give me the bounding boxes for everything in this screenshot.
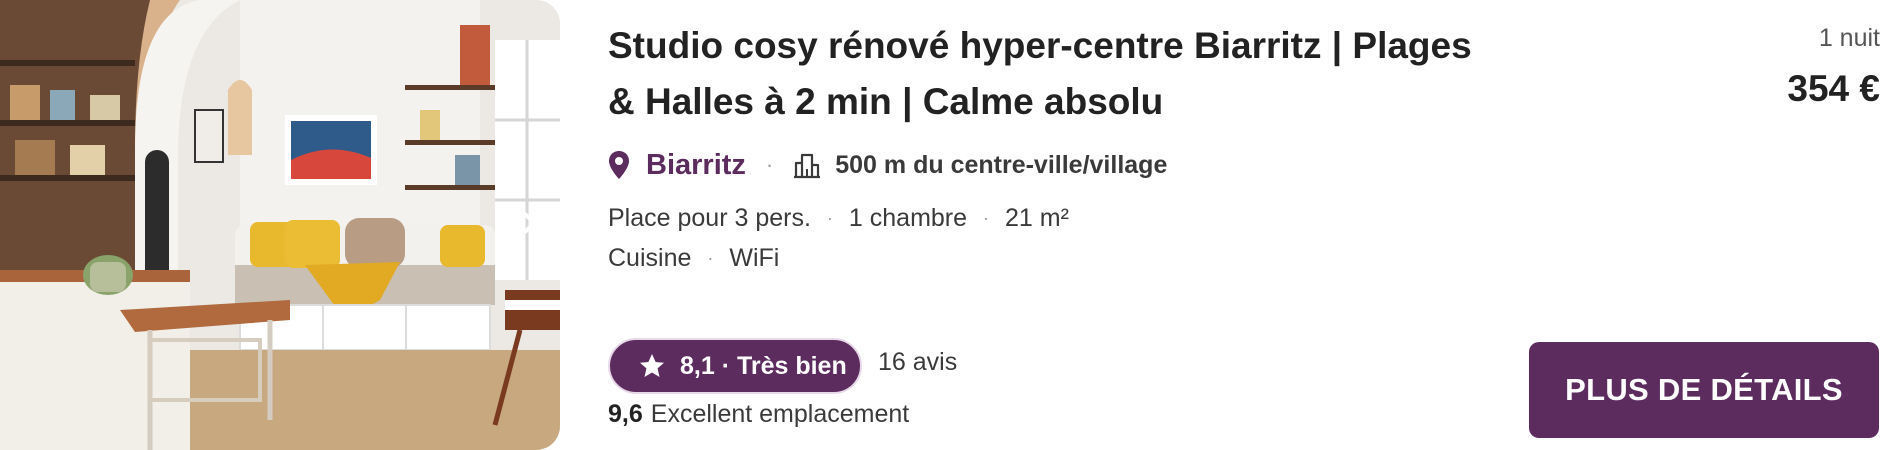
- rating-badge[interactable]: 8,1 · Très bien: [608, 338, 862, 394]
- location-row: Biarritz · 500 m du centre-ville/village: [608, 145, 1167, 185]
- bedrooms-text: 1 chambre: [848, 203, 968, 232]
- reviews-count[interactable]: 16 avis: [878, 348, 957, 377]
- listing-photo[interactable]: [0, 0, 560, 450]
- room-illustration: [0, 0, 560, 450]
- nights-label: 1 nuit: [1818, 24, 1880, 52]
- listing-card[interactable]: Studio cosy rénové hyper-centre Biarritz…: [0, 0, 1892, 450]
- location-score-label: Excellent emplacement: [650, 400, 910, 428]
- area-text: 21 m²: [1005, 203, 1069, 232]
- amenity-kitchen: Cuisine: [608, 243, 692, 272]
- city-center-icon: [793, 150, 823, 180]
- chevron-right-icon: [522, 211, 536, 235]
- distance-text: 500 m du centre-ville/village: [835, 150, 1168, 179]
- rating-text: 8,1 · Très bien: [680, 351, 847, 380]
- location-score-row: 9,6 Excellent emplacement: [608, 400, 909, 429]
- separator-dot: ·: [983, 207, 990, 228]
- separator-dot: ·: [765, 152, 774, 177]
- star-icon: [638, 351, 668, 381]
- separator-dot: ·: [707, 247, 714, 268]
- details-button[interactable]: PLUS DE DÉTAILS: [1529, 342, 1879, 438]
- amenity-wifi: WiFi: [729, 243, 780, 272]
- listing-title[interactable]: Studio cosy rénové hyper-centre Biarritz…: [608, 18, 1508, 130]
- price-amount: 354 €: [1787, 68, 1880, 109]
- location-score: 9,6: [608, 400, 643, 428]
- facts-row: Place pour 3 pers. · 1 chambre · 21 m²: [608, 200, 1069, 236]
- location-pin-icon: [608, 149, 634, 181]
- separator-dot: ·: [826, 207, 833, 228]
- amenities-row: Cuisine · WiFi: [608, 240, 779, 276]
- next-photo-button[interactable]: [520, 209, 550, 245]
- city-link[interactable]: Biarritz: [646, 149, 746, 182]
- capacity-text: Place pour 3 pers.: [608, 203, 811, 232]
